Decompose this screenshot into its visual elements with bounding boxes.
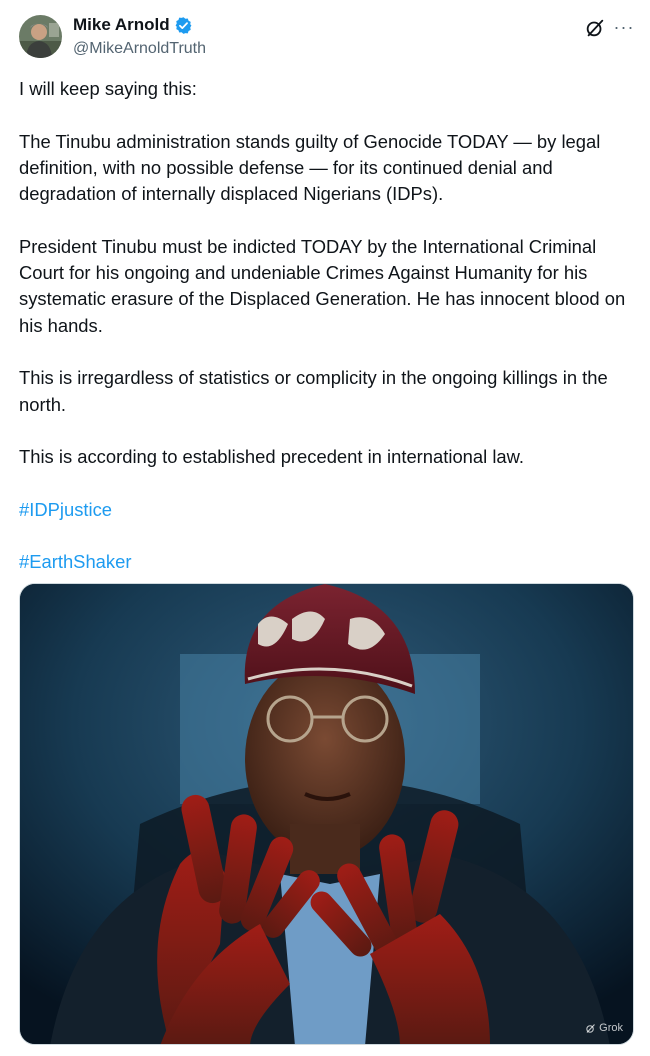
grok-icon[interactable] [584,17,606,39]
verified-badge-icon [174,16,193,35]
post-text: I will keep saying this: The Tinubu admi… [19,76,639,602]
post-paragraph: This is irregardless of statistics or co… [19,367,608,415]
grok-badge-label: Grok [599,1022,623,1034]
grok-watermark: Grok [585,1022,623,1034]
post-card: Mike Arnold @MikeArnoldTruth ··· I will … [0,0,650,1056]
author-handle[interactable]: @MikeArnoldTruth [73,40,206,58]
author-name-row: Mike Arnold [73,15,193,35]
post-paragraph: This is according to established precede… [19,446,525,468]
author-display-name[interactable]: Mike Arnold [73,15,170,35]
more-options-button[interactable]: ··· [612,17,636,39]
grok-icon [586,1023,595,1033]
post-paragraph: President Tinubu must be indicted TODAY … [19,235,626,336]
avatar[interactable] [19,15,62,58]
hashtag-link[interactable]: #EarthShaker [19,551,131,572]
hashtag-link[interactable]: #IDPjustice [19,499,112,520]
post-paragraph: The Tinubu administration stands guilty … [19,130,601,205]
post-image[interactable]: Grok [19,583,634,1045]
post-paragraph: I will keep saying this: [19,78,197,99]
